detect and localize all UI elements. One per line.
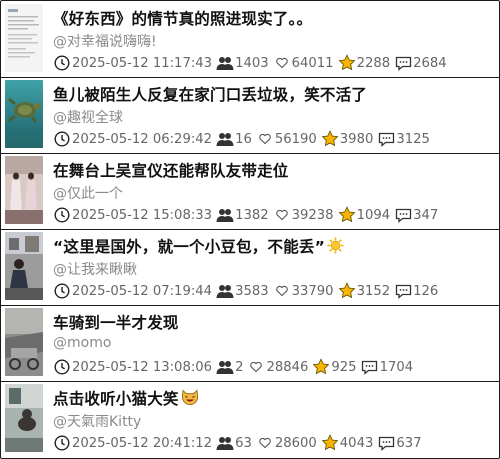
comments-count: 3125 [396,131,430,147]
stars-count: 3152 [356,283,391,299]
heart-icon[interactable] [273,282,291,300]
heart-icon[interactable] [256,434,274,452]
likes-count: 56190 [274,131,317,147]
comments-count: 637 [396,435,422,451]
post-title[interactable]: 点击收听小猫大笑 [53,387,199,410]
followers-count: 1382 [235,207,269,223]
star-icon[interactable] [321,130,339,148]
comments-count: 126 [413,283,439,299]
post-time: 2025-05-12 11:17:43 [72,55,213,71]
post-title[interactable]: 在舞台上吴宣仪还能帮队友带走位 [53,159,289,181]
post-author[interactable]: @仅此一个 [53,183,123,203]
clock-icon [53,206,71,224]
followers-icon [216,282,234,300]
star-icon[interactable] [338,54,356,72]
followers-icon [216,434,234,452]
post-title[interactable]: 鱼儿被陌生人反复在家门口丢垃圾，笑不活了 [53,83,367,105]
followers-icon [216,206,234,224]
comment-icon[interactable] [361,358,379,376]
list-item[interactable]: “这里是国外，就一个小豆包，不能丢” @让我来瞅瞅 2025-05-12 07:… [1,229,499,306]
bike-ride-thumbnail[interactable] [5,308,43,376]
stars-count: 2288 [356,55,391,71]
followers-icon [216,358,234,376]
post-title[interactable]: “这里是国外，就一个小豆包，不能丢” [53,235,344,258]
laughing-cat-emoji [181,389,199,410]
stars-count: 3980 [339,131,374,147]
comment-icon[interactable] [394,54,412,72]
followers-count: 2 [235,359,244,375]
likes-count: 33790 [291,283,334,299]
clock-icon [53,130,71,148]
clock-icon [53,54,71,72]
post-author[interactable]: @让我来瞅瞅 [53,259,137,279]
likes-count: 64011 [291,55,334,71]
document-screenshot-thumbnail[interactable] [5,4,43,72]
heart-icon[interactable] [256,130,274,148]
post-author[interactable]: @momo [53,335,111,351]
clock-icon [53,434,71,452]
list-item[interactable]: 车骑到一半才发现 @momo 2025-05-12 13:08:06 2 288… [1,305,499,382]
clock-icon [53,282,71,300]
comments-count: 1704 [379,359,414,375]
likes-count: 28846 [266,359,309,375]
comment-icon[interactable] [377,130,395,148]
post-stats: 2025-05-12 11:17:43 1403 64011 2288 2684 [53,53,451,73]
followers-count: 16 [235,131,252,147]
post-stats: 2025-05-12 20:41:12 63 28600 4043 637 [53,433,426,453]
weibo-hot-list: 《好东西》的情节真的照进现实了。。 @对幸福说嗨嗨! 2025-05-12 11… [0,0,500,459]
followers-count: 63 [235,435,252,451]
followers-count: 1403 [235,55,269,71]
comments-count: 347 [413,207,439,223]
followers-icon [216,130,234,148]
list-item[interactable]: 鱼儿被陌生人反复在家门口丢垃圾，笑不活了 @趣视全球 2025-05-12 06… [1,77,499,154]
sun-emoji [327,237,344,258]
heart-icon[interactable] [273,206,291,224]
followers-icon [216,54,234,72]
street-scene-thumbnail[interactable] [5,232,43,300]
clock-icon [53,358,71,376]
post-author[interactable]: @趣视全球 [53,107,123,127]
star-icon[interactable] [312,358,330,376]
turtle-underwater-thumbnail[interactable] [5,80,43,148]
stars-count: 925 [331,359,357,375]
list-item[interactable]: 在舞台上吴宣仪还能帮队友带走位 @仅此一个 2025-05-12 15:08:3… [1,153,499,230]
comments-count: 2684 [413,55,447,71]
heart-icon[interactable] [247,358,265,376]
post-time: 2025-05-12 20:41:12 [72,435,213,451]
likes-count: 39238 [291,207,334,223]
post-time: 2025-05-12 06:29:42 [72,131,213,147]
post-time: 2025-05-12 07:19:44 [72,283,213,299]
followers-count: 3583 [235,283,269,299]
post-author[interactable]: @对幸福说嗨嗨! [53,31,157,51]
stars-count: 1094 [356,207,391,223]
list-item[interactable]: 点击收听小猫大笑 @天氣雨Kitty 2025-05-12 20:41:12 6… [1,381,499,457]
star-icon[interactable] [338,206,356,224]
star-icon[interactable] [338,282,356,300]
stage-performers-thumbnail[interactable] [5,156,43,224]
post-title[interactable]: 《好东西》的情节真的照进现实了。。 [53,7,312,29]
comment-icon[interactable] [377,434,395,452]
heart-icon[interactable] [273,54,291,72]
post-time: 2025-05-12 15:08:33 [72,207,213,223]
post-author[interactable]: @天氣雨Kitty [53,411,141,431]
likes-count: 28600 [274,435,317,451]
post-title[interactable]: 车骑到一半才发现 [53,311,179,333]
post-time: 2025-05-12 13:08:06 [72,359,213,375]
stars-count: 4043 [339,435,374,451]
star-icon[interactable] [321,434,339,452]
post-stats: 2025-05-12 15:08:33 1382 39238 1094 347 [53,205,442,225]
post-stats: 2025-05-12 07:19:44 3583 33790 3152 126 [53,281,442,301]
post-stats: 2025-05-12 13:08:06 2 28846 925 1704 [53,357,417,377]
comment-icon[interactable] [394,282,412,300]
post-stats: 2025-05-12 06:29:42 16 56190 3980 3125 [53,129,434,149]
cat-room-thumbnail[interactable] [5,384,43,452]
comment-icon[interactable] [394,206,412,224]
list-item[interactable]: 《好东西》的情节真的照进现实了。。 @对幸福说嗨嗨! 2025-05-12 11… [1,1,499,78]
